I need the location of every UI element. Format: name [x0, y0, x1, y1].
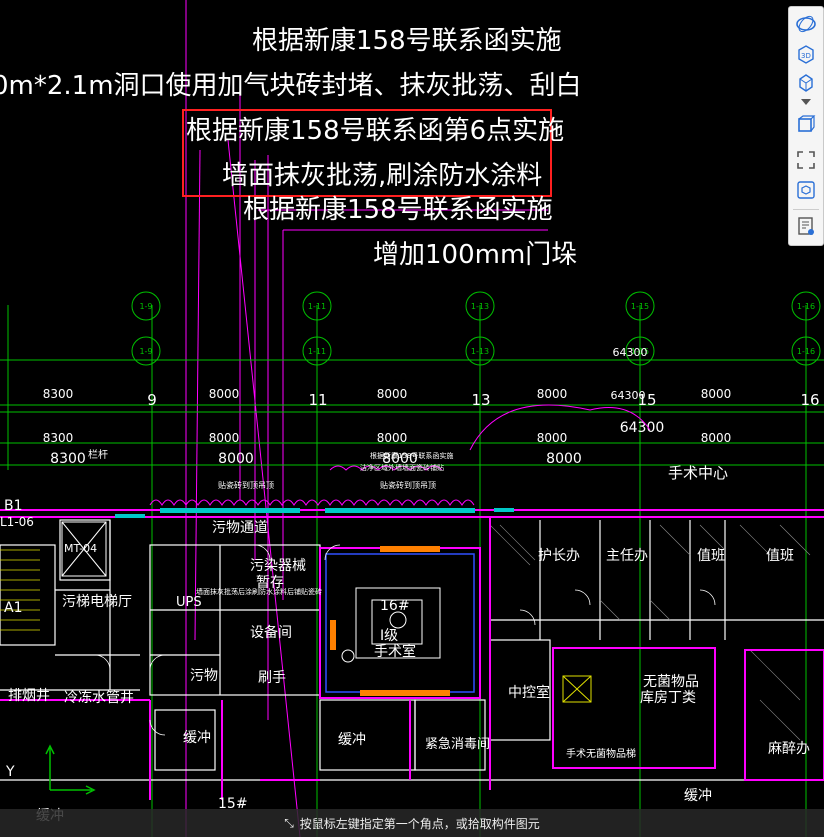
room-label: 值班 [766, 548, 794, 564]
room-label: 设备间 [250, 624, 292, 641]
room-label: A1 [4, 600, 22, 616]
view-dropdown-icon[interactable] [793, 95, 819, 109]
room-label: 紧急消毒间 [425, 737, 490, 752]
note: 墙面抹灰批荡后涂刷防水涂料后铺贴瓷砖 [196, 587, 322, 596]
note: 根据新康158号联系函实施 [370, 451, 453, 460]
room-label: MT-04 [64, 542, 97, 555]
annotation-line1: 根据新康158号联系函实施 [252, 26, 562, 56]
room-label: 中控室 [508, 684, 550, 701]
dim-text: 8000 [377, 387, 408, 401]
orbit-icon[interactable] [793, 11, 819, 37]
total-dim: 64300 [620, 420, 665, 436]
dim-text: 8000 [209, 387, 240, 401]
dim-text: 8000 [209, 431, 240, 445]
axis-number: 16 [800, 391, 819, 409]
bubble-label: 1-11 [308, 347, 326, 356]
dim-text: 8000 [377, 431, 408, 445]
dim-text: 8000 [546, 451, 582, 467]
command-prompt-bar: ⤡ 按鼠标左键指定第一个角点，或拾取构件图元 [0, 809, 824, 837]
room-label: 库房丁类 [640, 690, 696, 706]
room-label: Y [5, 764, 15, 780]
bubble-label: 1-9 [139, 347, 152, 356]
bubble-label: 1-13 [471, 302, 489, 311]
dim-text: 8000 [701, 387, 732, 401]
room-label: L1-06 [0, 515, 34, 529]
annotation-line5: 根据新康158号联系函实施 [243, 195, 553, 225]
isolate-icon[interactable] [793, 177, 819, 203]
bubble-label: 1-9 [139, 302, 152, 311]
annotation-line3: 根据新康158号联系函第6点实施 [186, 116, 565, 146]
annotation-line4: 墙面抹灰批荡,刷涂防水涂料 [222, 161, 543, 191]
room-label: 栏杆 [88, 448, 108, 461]
cursor-icon: ⤡ [284, 815, 294, 830]
annotation-line6: 增加100mm门垛 [373, 240, 578, 270]
svg-text:3D: 3D [801, 52, 811, 60]
bubble-label: 1-16 [797, 347, 815, 356]
dim-text: 8300 [43, 431, 74, 445]
room-label: 麻醉办 [768, 741, 810, 757]
room-label: 排烟井 [8, 688, 50, 704]
room-label: 手术中心 [668, 464, 728, 482]
room-label: 污梯电梯厅 [62, 594, 132, 610]
room-label: B1 [4, 498, 23, 514]
room-label: 缓冲 [338, 732, 366, 748]
box-icon[interactable] [793, 111, 819, 137]
room-label: 手术无菌物品梯 [566, 747, 636, 760]
room-label: 刷手 [258, 670, 286, 686]
3d-view-icon[interactable]: 3D [793, 41, 819, 67]
dim-text: 8000 [537, 431, 568, 445]
annotation-line2: 0m*2.1m洞口使用加气块砖封堵、抹灰批荡、刮白 [0, 71, 582, 101]
view-toolbar: 3D [788, 6, 824, 246]
room-label: I级 [380, 628, 398, 644]
room-label: 污染器械 [250, 558, 306, 574]
axis-number: 9 [147, 391, 157, 409]
axis-number: 11 [308, 391, 327, 409]
dim-text: 8000 [701, 431, 732, 445]
bubble-label: 1-13 [471, 347, 489, 356]
room-label: 16# [380, 598, 410, 614]
note: 贴瓷砖到顶吊顶 [218, 480, 274, 490]
bubble-label: 1-16 [797, 302, 815, 311]
room-label: 缓冲 [183, 730, 211, 746]
dim-text: 8300 [43, 387, 74, 401]
dim-text: 8000 [537, 387, 568, 401]
total-dim: 64300 [613, 346, 648, 359]
properties-icon[interactable] [793, 213, 819, 239]
note: 洁净区域外墙墙面瓷砖铺贴 [360, 463, 444, 472]
axis-number: 13 [471, 391, 490, 409]
room-label: 污物 [190, 668, 218, 684]
room-label: 缓冲 [684, 788, 712, 804]
bubble-label: 1-11 [308, 302, 326, 311]
status-prompt-text: 按鼠标左键指定第一个角点，或拾取构件图元 [299, 816, 540, 831]
room-label: 护长办 [538, 548, 580, 564]
room-label: UPS [176, 595, 202, 610]
axis-number: 15 [637, 391, 656, 409]
room-label: 无菌物品 [643, 674, 699, 690]
room-label: 冷冻水管井 [64, 689, 134, 706]
room-label: 主任办 [606, 548, 648, 564]
room-label: 污物通道 [212, 520, 268, 536]
bubble-label: 1-15 [631, 302, 649, 311]
dim-text: 8300 [50, 451, 86, 467]
fullscreen-icon[interactable] [793, 147, 819, 173]
note: 贴瓷砖到顶吊顶 [380, 480, 436, 490]
room-label: 手术室 [374, 643, 416, 660]
dim-text: 8000 [218, 451, 254, 467]
cube-icon[interactable] [793, 69, 819, 95]
room-label: 值班 [697, 548, 725, 564]
